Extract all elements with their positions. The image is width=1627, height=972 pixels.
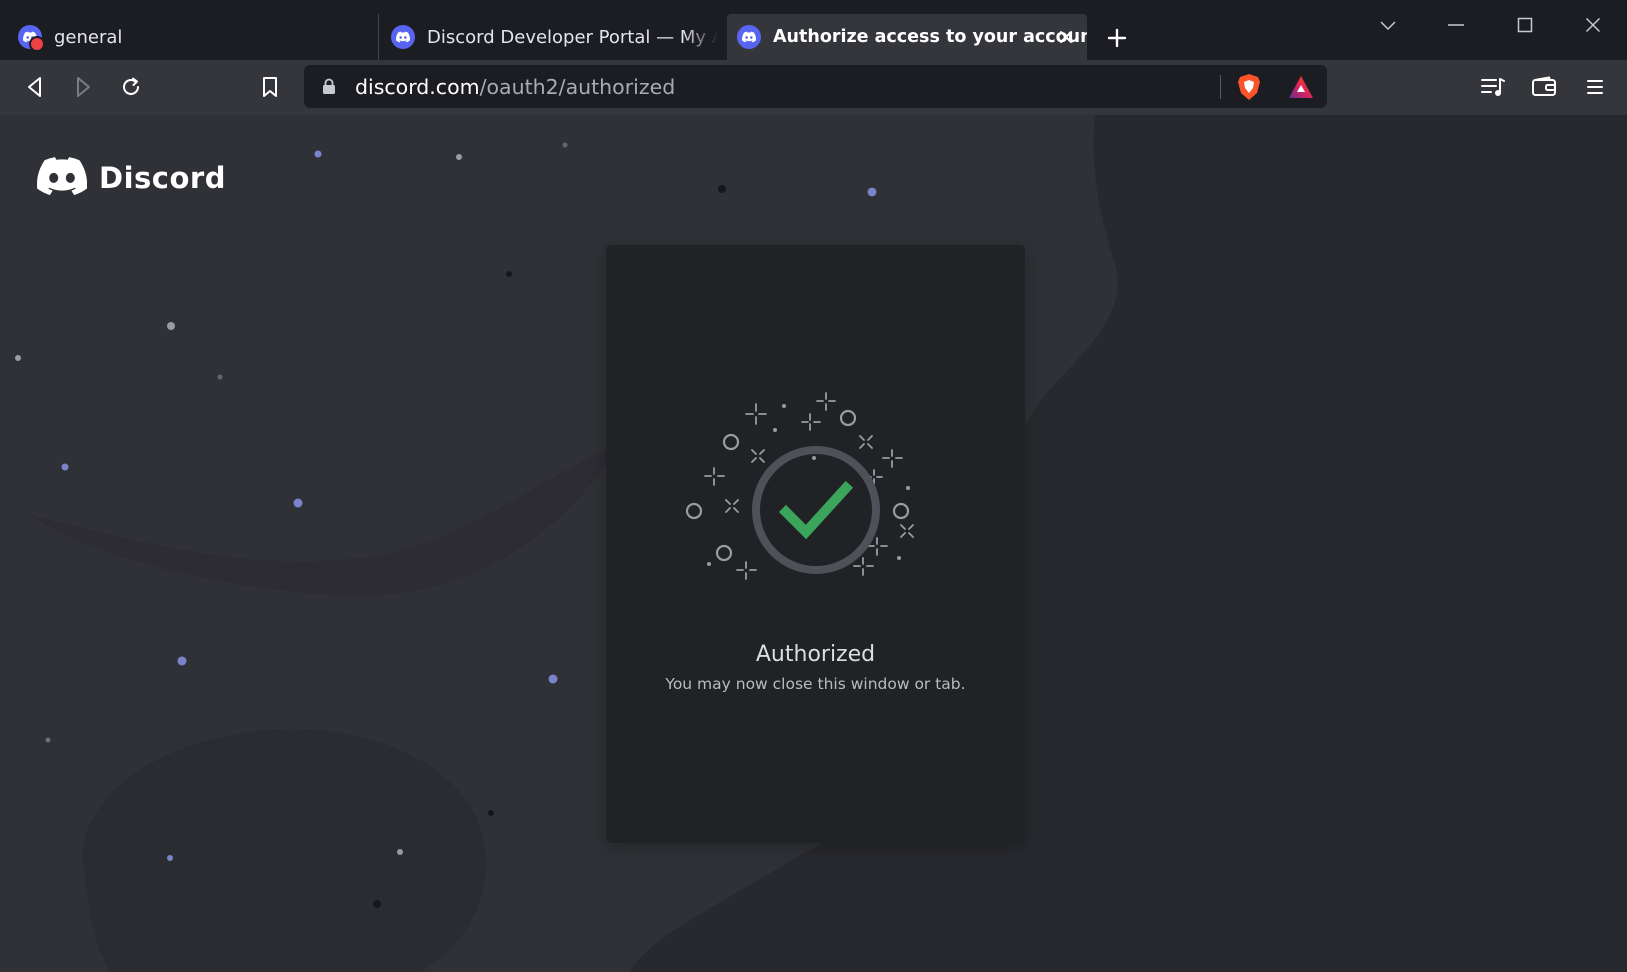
address-bar[interactable]: discord.com/oauth2/authorized (304, 65, 1327, 108)
page-content: Discord Authorized You may now close thi… (0, 115, 1627, 972)
discord-wordmark: Discord (99, 161, 226, 195)
new-tab-button[interactable] (1103, 24, 1131, 52)
maximize-window-icon[interactable] (1505, 8, 1545, 42)
discord-icon (737, 25, 761, 49)
url-host: discord.com (355, 75, 480, 99)
card-title: Authorized (755, 642, 876, 667)
tab-developer-portal[interactable]: Discord Developer Portal — My Applicatio… (378, 14, 718, 60)
url-text[interactable]: discord.com/oauth2/authorized (355, 75, 675, 99)
card-subtitle: You may now close this window or tab. (665, 675, 966, 693)
back-icon[interactable] (20, 72, 50, 102)
discord-icon (391, 25, 415, 49)
authorized-card: Authorized You may now close this window… (606, 245, 1025, 843)
close-tab-icon[interactable] (1055, 26, 1077, 48)
url-path: /oauth2/authorized (479, 75, 676, 99)
discord-clyde-icon (36, 157, 88, 199)
tab-label: general (54, 26, 123, 48)
bookmark-icon[interactable] (255, 72, 285, 102)
discord-notification-icon (18, 25, 45, 52)
reload-icon[interactable] (116, 72, 146, 102)
browser-toolbar: discord.com/oauth2/authorized (0, 60, 1627, 115)
browser-window: general Discord Developer Portal — My Ap… (0, 0, 1627, 972)
brave-shields-icon[interactable] (1236, 73, 1262, 105)
discord-logo[interactable]: Discord (36, 157, 226, 199)
success-check-illustration (686, 392, 914, 580)
brave-rewards-icon[interactable] (1287, 74, 1315, 104)
notification-badge-icon (29, 36, 45, 52)
address-bar-divider (1220, 75, 1221, 99)
playlist-icon[interactable] (1478, 72, 1508, 102)
tab-strip: general Discord Developer Portal — My Ap… (0, 0, 1627, 60)
tab-general[interactable]: general (18, 14, 366, 60)
tab-list-chevron-icon[interactable] (1368, 8, 1408, 42)
tab-label: Discord Developer Portal — My Applicatio… (427, 26, 718, 48)
wallet-icon[interactable] (1529, 72, 1559, 102)
minimize-window-icon[interactable] (1436, 8, 1476, 42)
menu-icon[interactable] (1580, 72, 1610, 102)
forward-icon[interactable] (68, 72, 98, 102)
close-window-icon[interactable] (1573, 8, 1613, 42)
tab-label: Authorize access to your account (773, 27, 1087, 47)
tab-authorize-access[interactable]: Authorize access to your account (727, 14, 1087, 60)
lock-icon[interactable] (322, 78, 336, 99)
